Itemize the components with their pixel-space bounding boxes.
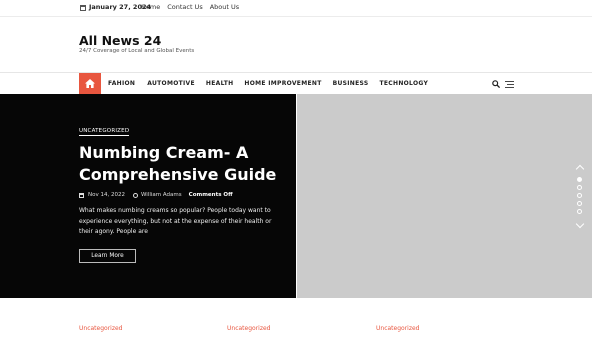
nav-item-automotive[interactable]: AUTOMOTIVE — [147, 80, 195, 87]
nav-item-technology[interactable]: TECHNOLOGY — [380, 80, 429, 87]
nav-item-home-improvement[interactable]: HOME IMPROVEMENT — [244, 80, 321, 87]
post-meta: Nov 14, 2022 William Adams Comments Off — [79, 192, 233, 198]
learn-more-button[interactable]: Learn More — [79, 249, 136, 263]
hero-title[interactable]: Numbing Cream- A Comprehensive Guide — [79, 142, 289, 186]
post-author[interactable]: William Adams — [141, 192, 182, 198]
top-bar: January 27, 2024 Home Contact Us About U… — [0, 0, 592, 17]
post-category[interactable]: Uncategorized — [79, 325, 122, 332]
hero-category[interactable]: UNCATEGORIZED — [79, 128, 130, 136]
nav-item-health[interactable]: HEALTH — [206, 80, 234, 87]
home-button[interactable] — [79, 73, 101, 95]
user-icon — [132, 192, 138, 198]
hamburger-menu-icon[interactable] — [505, 81, 514, 88]
slider-dot[interactable] — [577, 177, 582, 182]
hero-image-placeholder — [297, 94, 592, 298]
top-link-home[interactable]: Home — [141, 3, 160, 11]
top-link-contact[interactable]: Contact Us — [167, 3, 203, 11]
top-links: Home Contact Us About Us — [141, 3, 239, 11]
site-title[interactable]: All News 24 — [79, 33, 161, 48]
nav-item-fashion[interactable]: FAHION — [108, 80, 135, 87]
calendar-icon — [79, 192, 84, 198]
slider-dots — [577, 177, 582, 214]
post-comments: Comments Off — [188, 192, 233, 198]
menu: FAHION AUTOMOTIVE HEALTH HOME IMPROVEMEN… — [108, 80, 428, 87]
home-icon — [85, 79, 95, 88]
slider-dot[interactable] — [577, 185, 582, 190]
slider-dot[interactable] — [577, 209, 582, 214]
slider-dot[interactable] — [577, 193, 582, 198]
post-category[interactable]: Uncategorized — [227, 325, 270, 332]
calendar-icon — [80, 5, 86, 11]
search-icon[interactable] — [492, 80, 500, 88]
hero-excerpt: What makes numbing creams so popular? Pe… — [79, 207, 272, 235]
nav-item-business[interactable]: BUSINESS — [333, 80, 369, 87]
slider-dot[interactable] — [577, 201, 582, 206]
site-tagline: 24/7 Coverage of Local and Global Events — [79, 48, 195, 54]
main-nav: FAHION AUTOMOTIVE HEALTH HOME IMPROVEMEN… — [0, 72, 592, 95]
top-link-about[interactable]: About Us — [210, 3, 239, 11]
post-date[interactable]: Nov 14, 2022 — [88, 192, 125, 198]
hero-slide: UNCATEGORIZED Numbing Cream- A Comprehen… — [0, 94, 296, 298]
post-category[interactable]: Uncategorized — [376, 325, 419, 332]
